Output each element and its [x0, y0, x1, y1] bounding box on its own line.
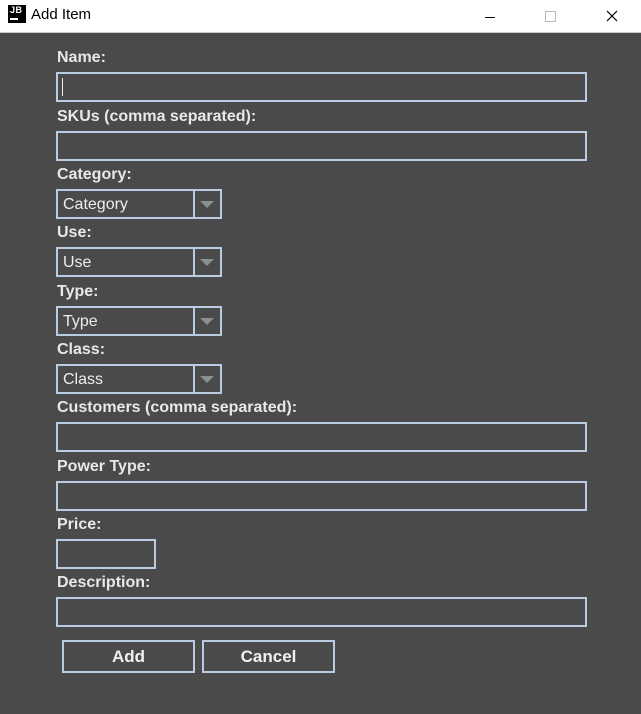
class-dropdown[interactable]: Class	[56, 364, 222, 394]
price-input[interactable]	[56, 539, 156, 569]
close-button[interactable]	[589, 0, 635, 32]
category-label: Category:	[57, 166, 132, 183]
name-label: Name:	[57, 49, 106, 66]
power-type-label: Power Type:	[57, 458, 151, 475]
description-label: Description:	[57, 574, 151, 591]
app-icon: JB	[8, 5, 26, 23]
type-label: Type:	[57, 283, 99, 300]
minimize-button[interactable]	[467, 0, 513, 32]
type-selected-value: Type	[63, 313, 98, 330]
price-label: Price:	[57, 516, 102, 533]
chevron-down-icon[interactable]	[200, 318, 214, 325]
customers-label: Customers (comma separated):	[57, 399, 298, 416]
use-dropdown[interactable]: Use	[56, 247, 222, 277]
app-icon-text: JB	[10, 5, 23, 15]
class-selected-value: Class	[63, 371, 104, 388]
maximize-icon	[544, 10, 556, 22]
dropdown-separator	[193, 308, 195, 334]
add-button[interactable]: Add	[62, 640, 195, 673]
category-dropdown[interactable]: Category	[56, 189, 222, 219]
name-input[interactable]	[56, 72, 587, 102]
app-icon-bar	[10, 18, 18, 20]
power-type-input[interactable]	[56, 481, 587, 511]
use-label: Use:	[57, 224, 92, 241]
chevron-down-icon[interactable]	[200, 201, 214, 208]
class-label: Class:	[57, 341, 106, 358]
maximize-button[interactable]	[527, 0, 573, 32]
chevron-down-icon[interactable]	[200, 259, 214, 266]
dropdown-separator	[193, 366, 195, 392]
window-title: Add Item	[31, 6, 92, 23]
description-input[interactable]	[56, 597, 587, 627]
skus-input[interactable]	[56, 131, 587, 161]
minimize-icon	[485, 16, 495, 18]
use-selected-value: Use	[63, 254, 92, 271]
skus-label: SKUs (comma separated):	[57, 108, 257, 125]
cancel-button[interactable]: Cancel	[202, 640, 335, 673]
chevron-down-icon[interactable]	[200, 376, 214, 383]
dropdown-separator	[193, 249, 195, 275]
title-bar: JB Add Item	[0, 0, 641, 33]
dropdown-separator	[193, 191, 195, 217]
customers-input[interactable]	[56, 422, 587, 452]
close-icon	[606, 10, 618, 22]
category-selected-value: Category	[63, 196, 128, 213]
type-dropdown[interactable]: Type	[56, 306, 222, 336]
text-caret	[62, 78, 63, 96]
